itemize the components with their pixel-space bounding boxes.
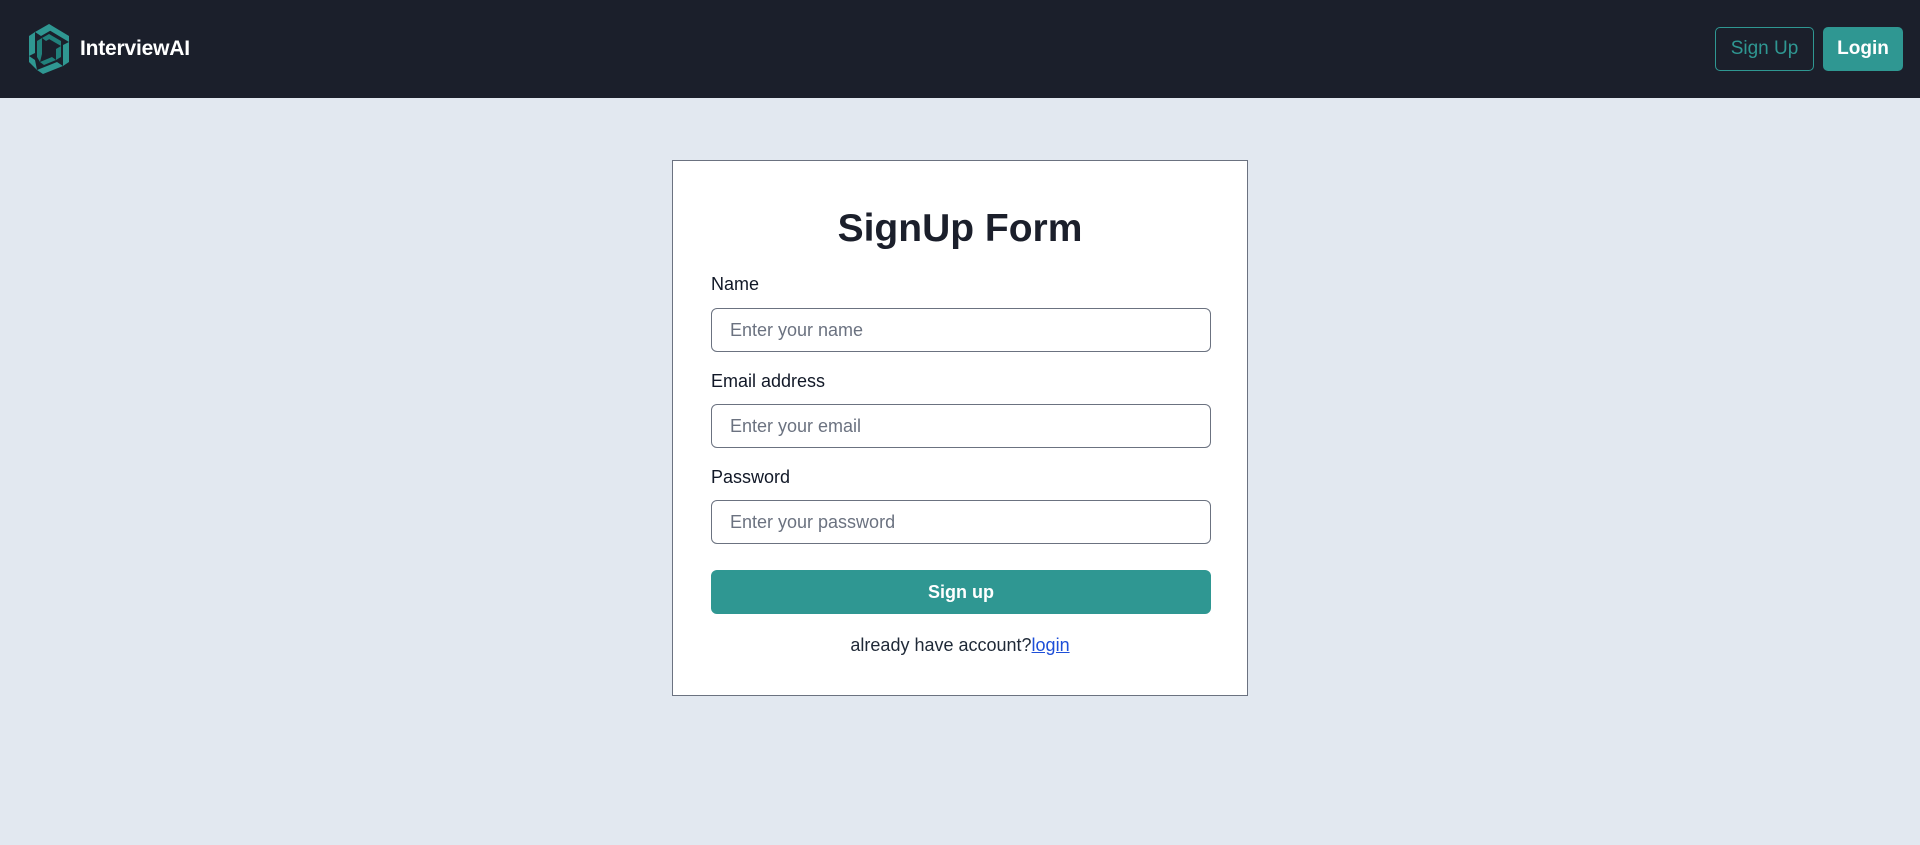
hexagon-swirl-logo-icon: [26, 23, 72, 75]
name-label: Name: [711, 274, 760, 294]
navbar: InterviewAI Sign Up Login: [0, 0, 1920, 98]
brand[interactable]: InterviewAI: [26, 23, 190, 75]
password-label: Password: [711, 467, 791, 487]
email-input[interactable]: [711, 404, 1211, 448]
password-input[interactable]: [711, 500, 1211, 544]
login-nav-button[interactable]: Login: [1823, 27, 1903, 71]
signup-submit-button[interactable]: Sign up: [711, 570, 1211, 614]
form-title: SignUp Form: [837, 207, 1083, 250]
login-prompt-text: already have account?: [850, 635, 1032, 655]
signup-nav-button[interactable]: Sign Up: [1715, 27, 1814, 71]
brand-name: InterviewAI: [80, 37, 190, 60]
login-link[interactable]: login: [1032, 635, 1070, 655]
name-input[interactable]: [711, 308, 1211, 352]
signup-card: SignUp Form Name Email address Password …: [672, 160, 1248, 696]
login-prompt: already have account?login: [673, 635, 1247, 656]
email-label: Email address: [711, 371, 826, 391]
